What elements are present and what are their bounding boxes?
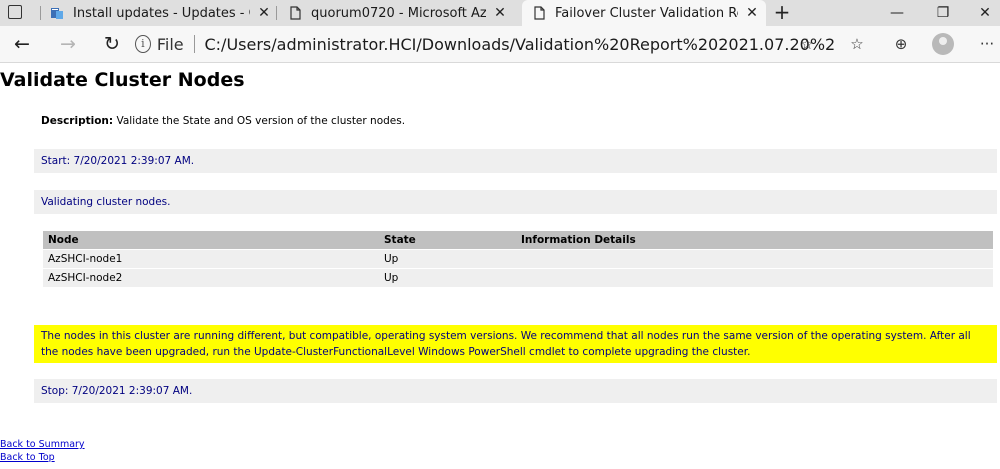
table-row: AzSHCI-node1 Up [43,249,993,269]
description-text: Validate the State and OS version of the… [116,115,406,127]
site-info-icon[interactable]: i [135,35,151,53]
description: Description: Validate the State and OS v… [41,115,405,127]
add-favorite-icon[interactable]: ☆ [796,33,818,55]
node-name: AzSHCI-node1 [43,249,379,269]
minimize-button[interactable]: — [878,0,916,26]
page-icon [290,6,301,20]
start-time: Start: 7/20/2021 2:39:07 AM. [34,149,997,173]
new-tab-button[interactable]: + [770,0,794,26]
tab-close-icon[interactable]: ✕ [744,5,760,21]
tab-bar: Install updates - Updates - Clust ✕ quor… [0,0,1000,26]
collections-icon[interactable]: ⊕ [890,33,912,55]
tab-validation-report[interactable]: Failover Cluster Validation Repor ✕ [522,0,766,26]
profile-avatar[interactable] [932,33,954,55]
stop-time: Stop: 7/20/2021 2:39:07 AM. [34,379,997,403]
tab-quorum[interactable]: quorum0720 - Microsoft Azure ✕ [288,0,508,26]
forward-button[interactable]: → [56,32,80,56]
footer-links: Back to Summary Back to Top [0,438,85,464]
tab-install-updates[interactable]: Install updates - Updates - Clust ✕ [50,0,272,26]
favorites-icon[interactable]: ☆ [846,33,868,55]
window-close-button[interactable]: ✕ [966,0,1000,26]
scheme-label: File [156,34,184,54]
column-header-information: Information Details [516,231,993,250]
back-to-summary-link[interactable]: Back to Summary [0,438,85,451]
more-menu-icon[interactable]: ··· [976,33,998,55]
tab-separator [40,6,41,20]
validating-message: Validating cluster nodes. [34,190,997,214]
nodes-table: Node State Information Details AzSHCI-no… [43,231,993,287]
description-label: Description: [41,115,114,127]
node-state: Up [379,268,516,287]
url-text[interactable]: C:/Users/administrator.HCI/Downloads/Val… [204,35,835,54]
page-title: Validate Cluster Nodes [0,69,245,91]
restore-button[interactable]: ❐ [924,0,962,26]
navigation-bar: ← → ↻ i File C:/Users/administrator.HCI/… [0,26,1000,63]
tab-title: Install updates - Updates - Clust [73,5,250,21]
address-divider [193,35,195,53]
node-info [516,268,993,287]
back-button[interactable]: ← [10,32,34,56]
tab-separator [276,6,277,20]
column-header-node: Node [43,231,379,250]
refresh-button[interactable]: ↻ [100,32,124,56]
tab-actions-icon[interactable] [8,5,22,19]
tab-close-icon[interactable]: ✕ [256,5,272,21]
node-info [516,249,993,269]
node-name: AzSHCI-node2 [43,268,379,287]
column-header-state: State [379,231,516,250]
address-bar[interactable]: i File C:/Users/administrator.HCI/Downlo… [135,30,835,58]
node-state: Up [379,249,516,269]
table-header-row: Node State Information Details [43,231,993,250]
tab-title: quorum0720 - Microsoft Azure [311,5,486,21]
back-to-top-link[interactable]: Back to Top [0,451,85,464]
tab-close-icon[interactable]: ✕ [492,5,508,21]
tab-title: Failover Cluster Validation Repor [555,5,738,21]
warning-message: The nodes in this cluster are running di… [34,325,997,363]
server-manager-icon [51,8,63,19]
page-icon [534,6,545,20]
table-row: AzSHCI-node2 Up [43,268,993,287]
